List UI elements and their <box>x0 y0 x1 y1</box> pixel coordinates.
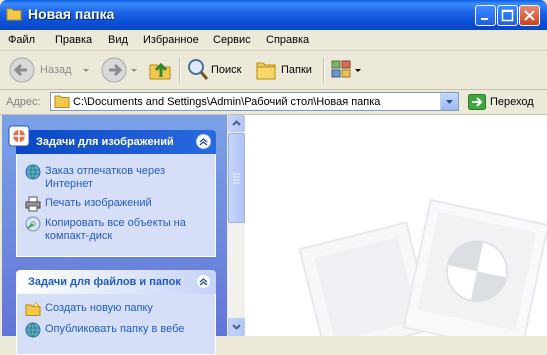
menu-view[interactable]: Вид <box>108 34 128 46</box>
go-arrow-icon <box>468 94 486 110</box>
file-tasks-header[interactable]: Задачи для файлов и папок <box>16 270 216 294</box>
views-icon <box>331 60 351 78</box>
print-images-text: Печать изображений <box>45 197 152 209</box>
file-list-area[interactable] <box>245 115 547 336</box>
maximize-icon <box>501 9 514 22</box>
views-button[interactable] <box>328 54 362 86</box>
folders-button[interactable]: Папки <box>252 54 318 86</box>
folder-icon <box>6 8 22 21</box>
image-tasks-icon <box>8 125 30 147</box>
menu-bar: Файл Правка Вид Избранное Сервис Справка <box>0 30 547 51</box>
chevron-up-icon <box>199 278 208 286</box>
close-button[interactable] <box>519 5 540 26</box>
task-pane: Задачи для изображений Заказ отпечатков … <box>2 115 227 355</box>
back-button[interactable]: Назад <box>6 54 92 86</box>
up-folder-button[interactable] <box>146 54 174 86</box>
file-tasks-panel: Задачи для файлов и папок Создать новую … <box>16 270 216 355</box>
title-bar[interactable]: Новая папка <box>0 0 547 30</box>
forward-arrow-icon <box>101 57 127 83</box>
chevron-up-icon <box>232 120 241 126</box>
chevron-up-icon <box>199 138 208 146</box>
back-label: Назад <box>40 64 72 76</box>
back-dropdown-icon <box>83 69 89 72</box>
scroll-up-button[interactable] <box>228 115 245 132</box>
menu-help[interactable]: Справка <box>266 34 309 46</box>
vertical-scrollbar[interactable] <box>228 115 245 336</box>
up-folder-icon <box>149 62 171 80</box>
views-dropdown-icon <box>355 69 361 72</box>
file-tasks-title: Задачи для файлов и папок <box>28 276 181 288</box>
search-label: Поиск <box>211 64 242 76</box>
menu-favorites[interactable]: Избранное <box>143 34 199 46</box>
new-folder-icon <box>25 301 41 316</box>
search-button[interactable]: Поиск <box>184 54 246 86</box>
address-label: Адрес: <box>6 96 41 108</box>
chevron-down-icon <box>232 324 241 330</box>
menu-file[interactable]: Файл <box>8 34 35 46</box>
printer-icon <box>25 196 41 212</box>
picture-folder-watermark-icon <box>298 198 547 336</box>
collapse-button[interactable] <box>196 274 211 289</box>
menu-tools[interactable]: Сервис <box>213 34 251 46</box>
toolbar: Назад Поиск Папки <box>0 51 547 90</box>
image-tasks-body: Заказ отпечатков через Интернет Печать и… <box>16 154 216 257</box>
window-title: Новая папка <box>28 6 115 22</box>
forward-button[interactable] <box>98 54 142 86</box>
collapse-button[interactable] <box>196 134 211 149</box>
go-button[interactable]: Переход <box>466 93 542 111</box>
menu-edit[interactable]: Правка <box>55 34 92 46</box>
folders-icon <box>256 62 276 80</box>
forward-dropdown-icon <box>131 69 137 72</box>
publish-folder-text: Опубликовать папку в вебе <box>45 323 185 335</box>
back-arrow-icon <box>9 57 35 83</box>
cd-icon <box>25 216 41 232</box>
image-tasks-header[interactable]: Задачи для изображений <box>8 125 216 154</box>
file-tasks-body: Создать новую папку Опубликовать папку в… <box>16 294 216 355</box>
toolbar-separator <box>179 57 181 83</box>
folders-label: Папки <box>281 64 312 76</box>
new-folder-text: Создать новую папку <box>45 302 153 314</box>
scroll-down-button[interactable] <box>228 318 245 336</box>
maximize-button[interactable] <box>497 5 518 26</box>
address-bar: Адрес: C:\Documents and Settings\Admin\Р… <box>0 90 547 115</box>
address-value: C:\Documents and Settings\Admin\Рабочий … <box>73 96 381 108</box>
scroll-thumb[interactable] <box>228 133 245 223</box>
image-tasks-title: Задачи для изображений <box>36 136 174 148</box>
minimize-button[interactable] <box>475 5 496 26</box>
image-tasks-panel: Задачи для изображений Заказ отпечатков … <box>8 125 216 257</box>
minimize-icon <box>481 18 488 20</box>
folder-icon <box>54 95 70 108</box>
copy-to-cd-text: Копировать все объекты на компакт-диск <box>45 217 186 242</box>
search-icon <box>188 59 209 80</box>
close-icon <box>524 10 535 21</box>
grip-icon <box>233 173 240 184</box>
chevron-down-icon <box>446 100 453 104</box>
order-prints-text: Заказ отпечатков через Интернет <box>45 165 166 190</box>
toolbar-separator <box>323 57 325 83</box>
go-label: Переход <box>490 96 534 108</box>
globe-print-icon <box>25 164 41 180</box>
address-input[interactable]: C:\Documents and Settings\Admin\Рабочий … <box>50 92 459 111</box>
address-dropdown-button[interactable] <box>440 93 458 110</box>
